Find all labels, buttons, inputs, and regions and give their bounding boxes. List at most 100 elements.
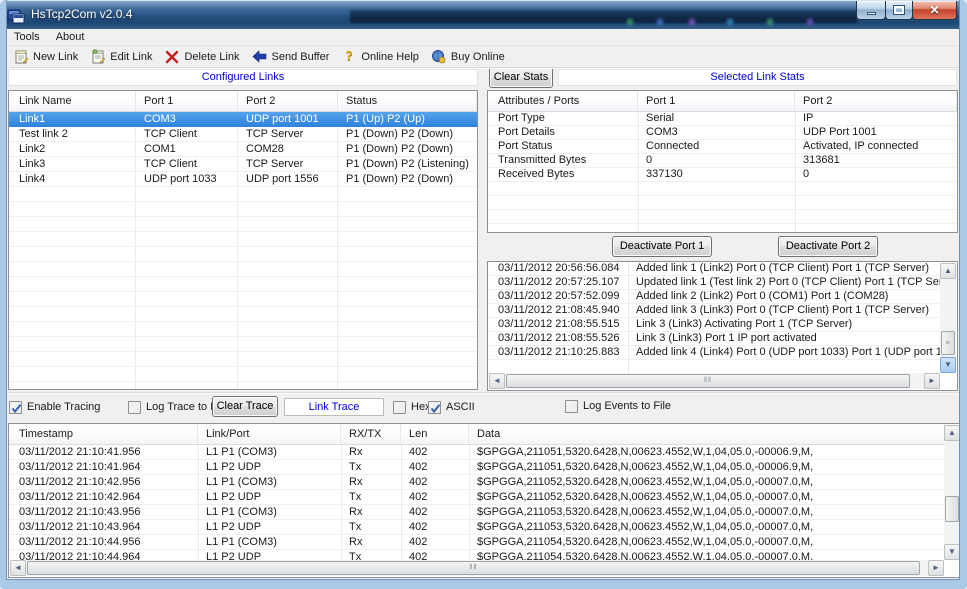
hex-checkbox[interactable]: Hex [393,400,431,414]
column-header-status[interactable]: Status [338,91,477,111]
event-log-entry[interactable]: 03/11/2012 21:08:45.940Added link 3 (Lin… [488,304,941,318]
trace-row[interactable]: 03/11/2012 21:10:43.964L1 P2 UDPTx402$GP… [9,520,945,535]
link-stats-row[interactable]: Port TypeSerialIP [488,112,957,126]
scroll-right-arrow[interactable]: ► [924,373,940,389]
clear-trace-button[interactable]: Clear Trace [212,396,278,417]
cell-port1: COM3 [136,112,238,127]
trace-vertical-scrollbar: ▲ ▼ [944,425,960,560]
scroll-up-arrow[interactable]: ▲ [944,425,960,441]
link-trace-field: Link Trace [284,398,384,416]
deactivate-port1-button[interactable]: Deactivate Port 1 [612,236,712,257]
scroll-down-arrow[interactable]: ▼ [940,357,956,373]
send-buffer-button[interactable]: Send Buffer [247,47,337,67]
trace-row[interactable]: 03/11/2012 21:10:44.956L1 P1 (COM3)Rx402… [9,535,945,550]
event-log-entry[interactable]: 03/11/2012 20:57:52.099Added link 2 (Lin… [488,290,941,304]
link-stats-row[interactable]: Transmitted Bytes0313681 [488,154,957,168]
ascii-checkbox[interactable]: ASCII [428,400,475,414]
close-button[interactable]: ✕ [912,1,957,20]
configured-link-row[interactable]: Link2COM1COM28P1 (Down) P2 (Down) [9,142,477,157]
deactivate-port2-button[interactable]: Deactivate Port 2 [778,236,878,257]
maximize-icon [894,6,904,14]
cell-timestamp: 03/11/2012 21:08:45.940 [488,304,628,318]
minimize-button[interactable] [856,1,886,20]
scrollbar-thumb[interactable] [945,496,959,522]
column-header-port2[interactable]: Port 2 [238,91,338,111]
configured-links-table: Link Name Port 1 Port 2 Status Link1COM3… [8,90,478,390]
column-header-port1[interactable]: Port 1 [136,91,238,111]
cell-len: 402 [401,490,469,505]
minimize-icon [867,12,876,15]
event-log-horizontal-scrollbar: ◄ ⦀⦀ ► [489,373,940,389]
log-events-checkbox[interactable]: Log Events to File [565,399,671,413]
cell-timestamp: 03/11/2012 20:57:52.099 [488,290,628,304]
column-header-linkport[interactable]: Link/Port [198,424,341,444]
link-stats-row[interactable]: Received Bytes3371300 [488,168,957,182]
new-link-button[interactable]: New Link [8,47,85,67]
cell-data: $GPGGA,211053,5320.6428,N,00623.4552,W,1… [469,520,945,535]
column-header-len[interactable]: Len [401,424,469,444]
trace-row[interactable]: 03/11/2012 21:10:42.956L1 P1 (COM3)Rx402… [9,475,945,490]
scrollbar-thumb[interactable]: ⦀⦀ [506,374,910,388]
column-header-link-name[interactable]: Link Name [9,91,136,111]
scroll-down-arrow[interactable]: ▼ [944,544,960,560]
cell-rxtx: Tx [341,460,401,475]
column-header-port1[interactable]: Port 1 [638,91,795,111]
configured-link-row[interactable]: Link1COM3UDP port 1001P1 (Up) P2 (Up) [9,112,477,127]
configured-link-row[interactable]: Link3TCP ClientTCP ServerP1 (Down) P2 (L… [9,157,477,172]
event-log-entry[interactable]: 03/11/2012 21:08:55.526Link 3 (Link3) Po… [488,332,941,346]
cell-rxtx: Rx [341,445,401,460]
configured-link-row[interactable]: Link4UDP port 1033UDP port 1556P1 (Down)… [9,172,477,187]
separator [6,392,960,394]
configured-links-band: Configured Links [8,69,478,86]
online-help-button[interactable]: ? Online Help [336,47,425,67]
buy-online-button[interactable]: Buy Online [426,47,512,67]
cell-timestamp: 03/11/2012 21:08:55.526 [488,332,628,346]
column-header-port2[interactable]: Port 2 [795,91,957,111]
scroll-right-arrow[interactable]: ► [928,560,944,576]
column-header-attributes[interactable]: Attributes / Ports [488,91,638,111]
cell-linkport: L1 P1 (COM3) [198,475,341,490]
buy-online-icon [431,49,447,65]
column-header-timestamp[interactable]: Timestamp [9,424,198,444]
delete-link-button[interactable]: Delete Link [159,47,246,67]
event-log-entry[interactable]: 03/11/2012 21:08:55.515Link 3 (Link3) Ac… [488,318,941,332]
cell-attr: Port Type [488,112,638,126]
checkbox-box [428,401,441,414]
configured-links-header: Link Name Port 1 Port 2 Status [9,91,477,112]
edit-link-button[interactable]: Edit Link [85,47,159,67]
scrollbar-thumb[interactable]: ⦀⦀ [27,561,920,575]
scroll-up-arrow[interactable]: ▲ [940,263,956,279]
link-stats-row[interactable]: Port StatusConnectedActivated, IP connec… [488,140,957,154]
event-log-entry[interactable]: 03/11/2012 20:56:56.084Added link 1 (Lin… [488,262,941,276]
cell-status: P1 (Down) P2 (Down) [338,172,477,187]
column-header-data[interactable]: Data [469,424,945,444]
menu-tools[interactable]: Tools [6,29,48,46]
scrollbar-thumb[interactable]: ≡ [941,331,955,355]
cell-port1: 337130 [638,168,795,182]
configured-link-row[interactable]: Test link 2TCP ClientTCP ServerP1 (Down)… [9,127,477,142]
maximize-button[interactable] [885,1,913,20]
enable-tracing-checkbox[interactable]: Enable Tracing [9,400,100,414]
event-log-vertical-scrollbar: ▲ ≡ ▼ [940,263,956,373]
send-buffer-icon [252,49,268,65]
event-log-entry[interactable]: 03/11/2012 20:57:25.107Updated link 1 (T… [488,276,941,290]
link-stats-header: Attributes / Ports Port 1 Port 2 [488,91,957,112]
cell-rxtx: Rx [341,475,401,490]
cell-name: Link4 [9,172,136,187]
trace-row[interactable]: 03/11/2012 21:10:41.956L1 P1 (COM3)Rx402… [9,445,945,460]
column-header-rxtx[interactable]: RX/TX [341,424,401,444]
link-stats-row[interactable]: Port DetailsCOM3UDP Port 1001 [488,126,957,140]
event-log-entry[interactable]: 03/11/2012 21:10:25.883Added link 4 (Lin… [488,346,941,360]
cell-linkport: L1 P1 (COM3) [198,445,341,460]
trace-row[interactable]: 03/11/2012 21:10:41.964L1 P2 UDPTx402$GP… [9,460,945,475]
cell-port2: Activated, IP connected [795,140,957,154]
clear-stats-button[interactable]: Clear Stats [489,67,553,88]
cell-linkport: L1 P1 (COM3) [198,505,341,520]
scroll-left-arrow[interactable]: ◄ [489,373,505,389]
trace-row[interactable]: 03/11/2012 21:10:43.956L1 P1 (COM3)Rx402… [9,505,945,520]
new-link-label: New Link [33,51,78,63]
cell-port1: TCP Client [136,127,238,142]
trace-row[interactable]: 03/11/2012 21:10:42.964L1 P2 UDPTx402$GP… [9,490,945,505]
menu-about[interactable]: About [48,29,93,46]
scroll-left-arrow[interactable]: ◄ [10,560,26,576]
